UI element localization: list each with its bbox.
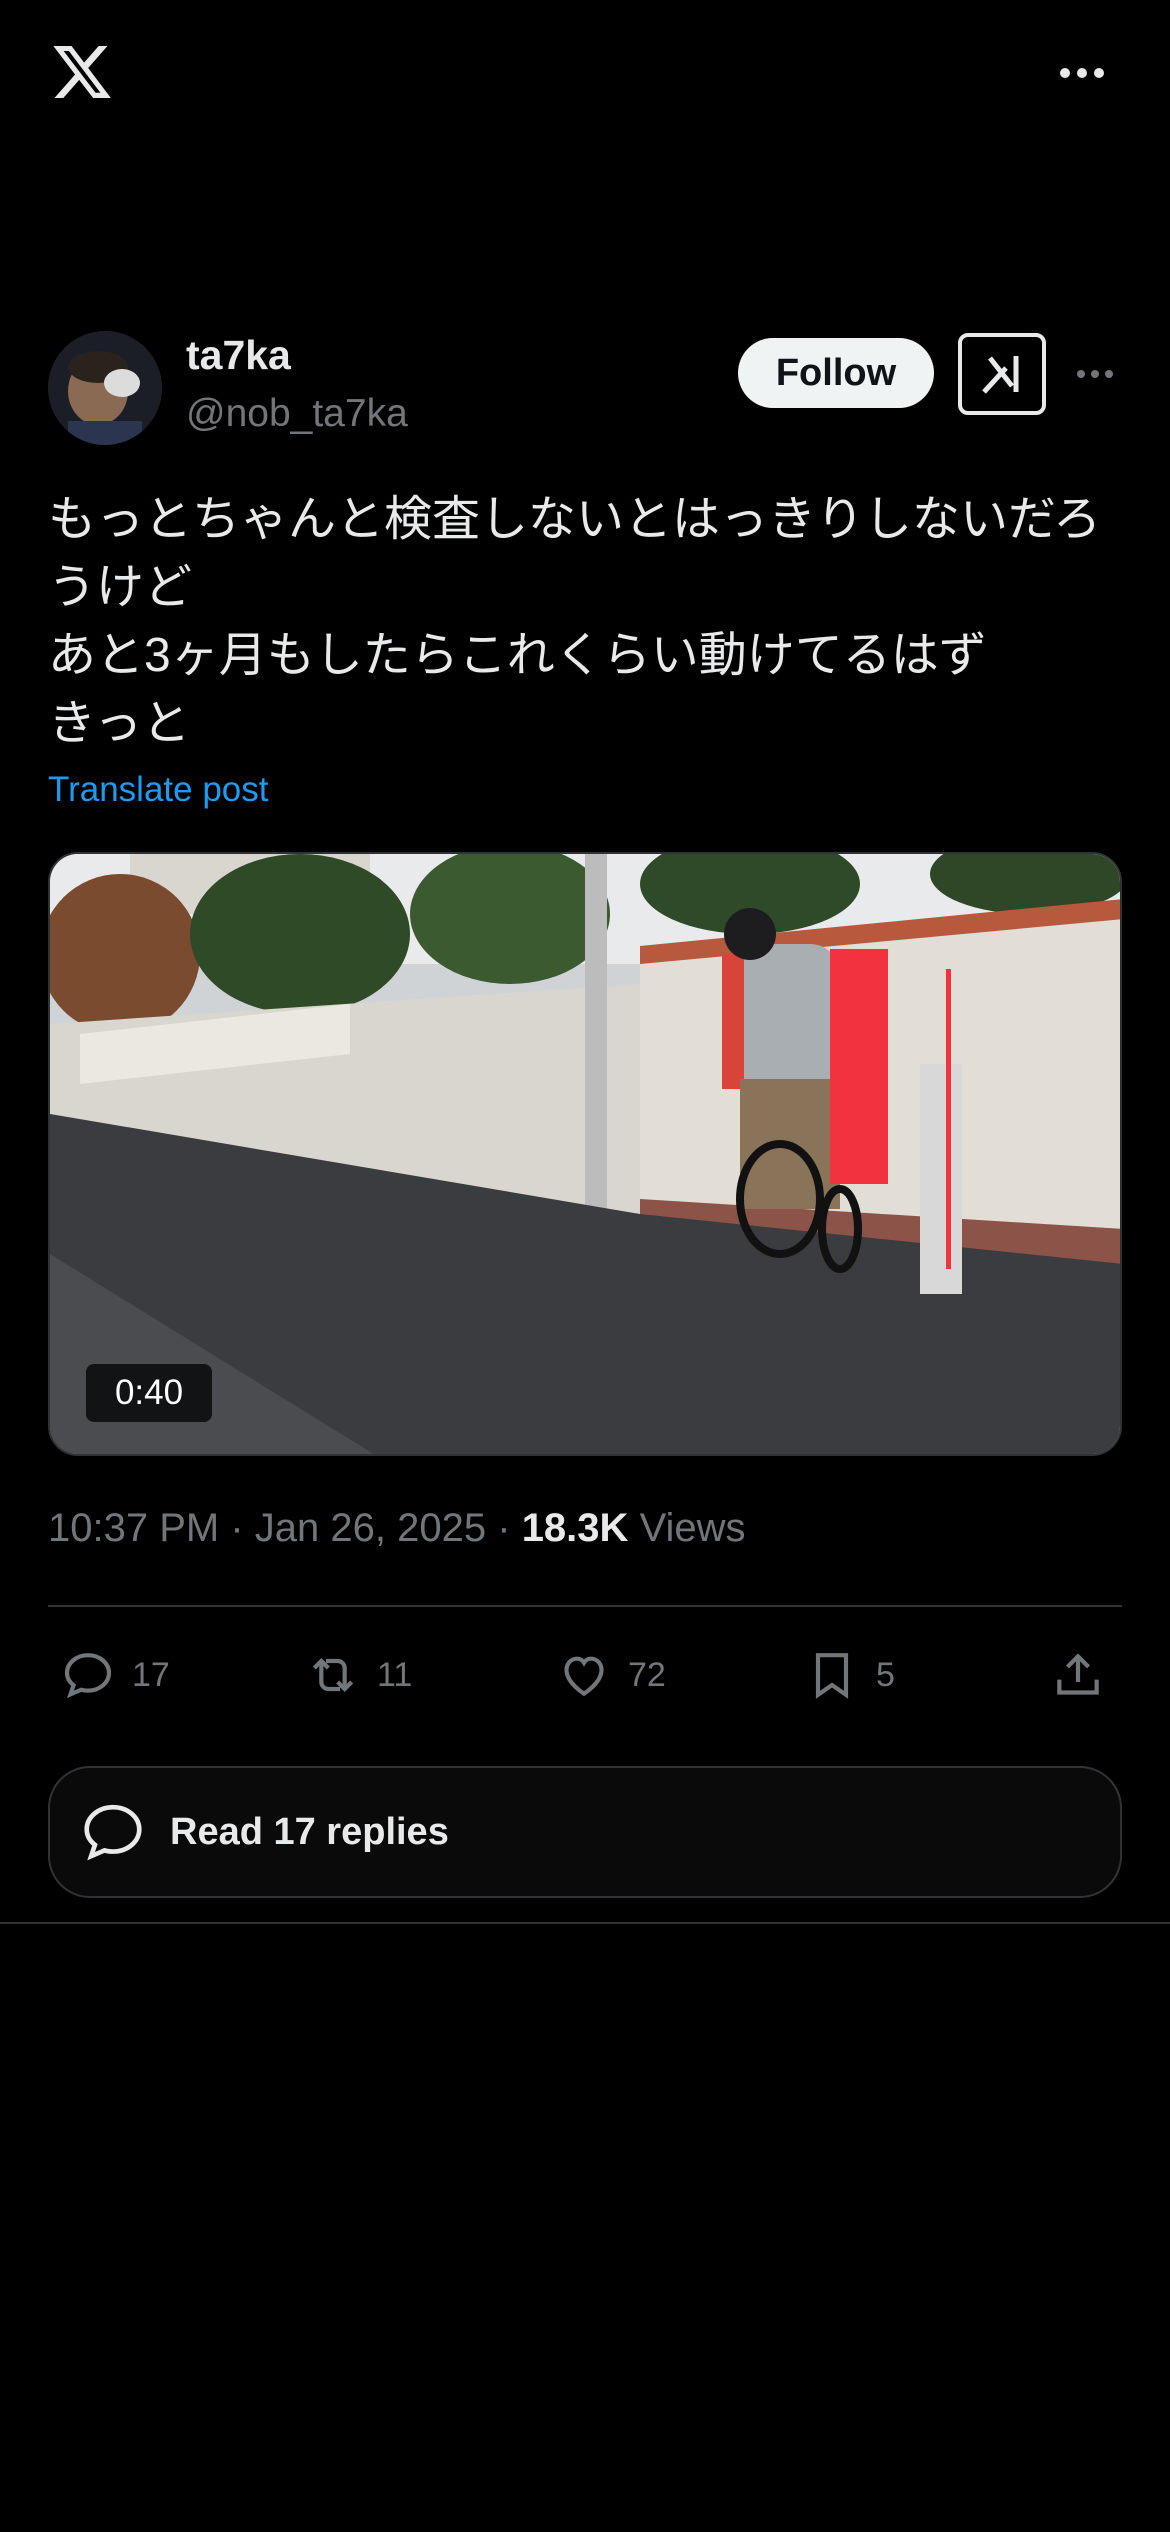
translate-post-link[interactable]: Translate post bbox=[48, 770, 268, 810]
share-icon bbox=[1057, 1653, 1099, 1695]
bookmark-icon bbox=[815, 1653, 849, 1699]
views-count[interactable]: 18.3K bbox=[522, 1506, 629, 1550]
reply-button[interactable]: 17 bbox=[60, 1644, 170, 1706]
video-duration-badge: 0:40 bbox=[86, 1364, 212, 1422]
post-text: もっとちゃんと検査しないとはっきりしないだろうけど あと3ヶ月もしたらこれくらい… bbox=[48, 493, 1102, 750]
replies-bubble-icon bbox=[84, 1804, 142, 1861]
post-more-icon[interactable] bbox=[1077, 366, 1119, 382]
bookmark-button[interactable]: 5 bbox=[804, 1644, 895, 1706]
divider bbox=[48, 1605, 1122, 1607]
post-time: 10:37 PM bbox=[48, 1506, 220, 1550]
grok-icon[interactable] bbox=[958, 333, 1046, 415]
follow-button[interactable]: Follow bbox=[738, 338, 934, 408]
post-date: Jan 26, 2025 bbox=[254, 1506, 487, 1550]
views-label: Views bbox=[639, 1506, 746, 1550]
share-button[interactable] bbox=[1050, 1644, 1106, 1706]
read-replies-label: Read 17 replies bbox=[170, 1810, 449, 1853]
meta-separator: · bbox=[497, 1506, 511, 1550]
reply-count: 17 bbox=[132, 1655, 170, 1694]
repost-icon bbox=[312, 1658, 354, 1692]
post-meta: 10:37 PM · Jan 26, 2025 · 18.3K Views bbox=[48, 1506, 746, 1551]
bookmark-count: 5 bbox=[876, 1655, 895, 1694]
more-horizontal-icon[interactable] bbox=[1060, 56, 1112, 90]
reply-icon bbox=[64, 1653, 112, 1699]
repost-count: 11 bbox=[377, 1655, 413, 1694]
like-count: 72 bbox=[628, 1655, 666, 1694]
divider bbox=[0, 1922, 1170, 1924]
meta-separator: · bbox=[230, 1506, 244, 1550]
x-logo-icon[interactable] bbox=[48, 40, 116, 104]
video-thumbnail bbox=[50, 854, 1120, 1454]
like-button[interactable]: 72 bbox=[556, 1644, 666, 1706]
author-handle[interactable]: @nob_ta7ka bbox=[186, 392, 408, 436]
video-player[interactable]: 0:40 bbox=[48, 852, 1122, 1456]
heart-icon bbox=[564, 1656, 604, 1697]
author-display-name[interactable]: ta7ka bbox=[186, 332, 291, 379]
repost-button[interactable]: 11 bbox=[305, 1644, 412, 1706]
read-replies-button[interactable]: Read 17 replies bbox=[48, 1766, 1122, 1898]
avatar[interactable] bbox=[48, 331, 162, 445]
